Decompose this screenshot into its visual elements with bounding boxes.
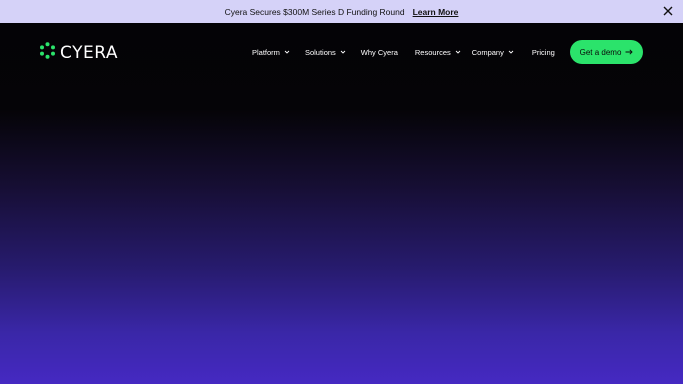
logo-icon bbox=[39, 42, 56, 64]
close-icon[interactable] bbox=[662, 5, 674, 17]
chevron-down-icon bbox=[508, 50, 514, 54]
get-demo-button[interactable]: Get a demo bbox=[570, 40, 643, 64]
chevron-down-icon bbox=[340, 50, 346, 54]
main-nav: CYERA Platform Solutions Why Cyera Resou… bbox=[0, 23, 683, 81]
nav-item-platform[interactable]: Platform bbox=[252, 48, 290, 57]
arrow-right-icon bbox=[625, 49, 634, 55]
nav-item-label: Company bbox=[471, 47, 504, 57]
nav-item-label: Why Cyera bbox=[360, 47, 398, 57]
logo-wordmark: CYERA bbox=[60, 43, 118, 63]
nav-item-why-cyera[interactable]: Why Cyera bbox=[361, 48, 398, 57]
nav-item-label: Pricing bbox=[531, 47, 555, 57]
nav-item-company[interactable]: Company bbox=[472, 48, 514, 57]
nav-item-label: Resources bbox=[414, 47, 451, 57]
nav-item-resources[interactable]: Resources bbox=[415, 48, 461, 57]
nav-menu: Platform Solutions Why Cyera Resources C… bbox=[252, 23, 555, 81]
cyera-logo[interactable]: CYERA bbox=[39, 42, 118, 64]
chevron-down-icon bbox=[455, 50, 461, 54]
learn-more-link[interactable]: Learn More bbox=[413, 7, 459, 17]
nav-item-label: Platform bbox=[252, 47, 280, 57]
nav-item-solutions[interactable]: Solutions bbox=[305, 48, 346, 57]
announcement-text: Cyera Secures $300M Series D Funding Rou… bbox=[224, 6, 405, 17]
nav-item-label: Solutions bbox=[304, 47, 336, 57]
chevron-down-icon bbox=[284, 50, 290, 54]
announcement-bar: Cyera Secures $300M Series D Funding Rou… bbox=[0, 0, 683, 23]
nav-item-pricing[interactable]: Pricing bbox=[532, 48, 555, 57]
get-demo-label: Get a demo bbox=[579, 47, 622, 57]
